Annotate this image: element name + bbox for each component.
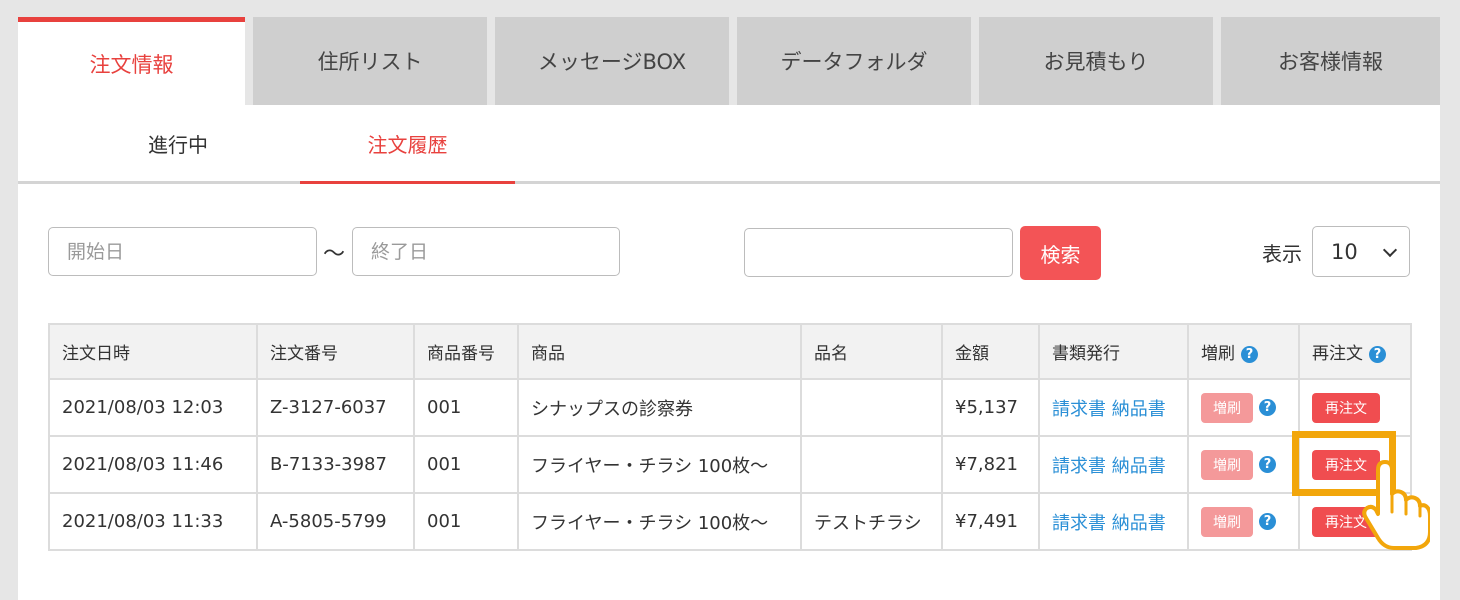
question-circle-icon[interactable]: ? (1369, 345, 1386, 363)
order-number-link[interactable]: A-5805-5799 (256, 492, 415, 551)
cell-documents: 請求書 納品書 (1038, 378, 1189, 437)
display-count-value: 10 (1331, 239, 1358, 264)
reorder-button[interactable]: 再注文 (1312, 392, 1380, 423)
invoice-link[interactable]: 請求書 (1052, 456, 1106, 477)
cell-datetime: 2021/08/03 12:03 (48, 378, 258, 437)
tab-customer-info[interactable]: お客様情報 (1221, 17, 1440, 105)
header-reprint: 増刷? (1187, 323, 1300, 380)
tab-quotation[interactable]: お見積もり (979, 17, 1213, 105)
header-documents: 書類発行 (1038, 323, 1189, 380)
question-circle-icon[interactable]: ? (1259, 513, 1276, 530)
search-button[interactable]: 検索 (1020, 226, 1101, 280)
delivery-note-link[interactable]: 納品書 (1112, 513, 1166, 534)
hand-pointer-icon (1362, 460, 1430, 550)
date-range-separator: 〜 (323, 242, 346, 267)
tab-address-list[interactable]: 住所リスト (253, 17, 487, 105)
tab-order-info[interactable]: 注文情報 (18, 17, 245, 105)
cell-amount: ¥7,821 (941, 435, 1040, 494)
cell-documents: 請求書 納品書 (1038, 435, 1189, 494)
table-row: 2021/08/03 11:33 A-5805-5799 001 フライヤー・チ… (48, 492, 1412, 551)
cell-documents: 請求書 納品書 (1038, 492, 1189, 551)
delivery-note-link[interactable]: 納品書 (1112, 399, 1166, 420)
display-count-select[interactable]: 10 (1312, 226, 1410, 277)
header-amount: 金額 (941, 323, 1040, 380)
question-circle-icon[interactable]: ? (1241, 345, 1258, 363)
reprint-button[interactable]: 増刷 (1201, 506, 1253, 537)
keyword-input[interactable] (744, 228, 1013, 277)
header-reorder-label: 再注文 (1312, 344, 1363, 364)
cell-reorder: 再注文 (1298, 378, 1412, 437)
start-date-input[interactable] (48, 227, 317, 276)
cell-product: フライヤー・チラシ 100枚〜 (517, 435, 802, 494)
cell-reprint: 増刷? (1187, 435, 1300, 494)
reprint-button[interactable]: 増刷 (1201, 449, 1253, 480)
header-reprint-label: 増刷 (1201, 344, 1235, 364)
order-panel: 進行中 注文履歴 〜 検索 表示 10 注文日時 注文番号 商品番号 商品 品名… (18, 105, 1440, 600)
main-tabs: 注文情報 住所リスト メッセージBOX データフォルダ お見積もり お客様情報 (18, 17, 1440, 105)
cell-reprint: 増刷? (1187, 492, 1300, 551)
header-datetime: 注文日時 (48, 323, 258, 380)
table-header-row: 注文日時 注文番号 商品番号 商品 品名 金額 書類発行 増刷? 再注文? (48, 323, 1412, 380)
header-item-name: 品名 (800, 323, 943, 380)
cell-product-no: 001 (413, 492, 519, 551)
header-reorder: 再注文? (1298, 323, 1412, 380)
order-number-link[interactable]: Z-3127-6037 (256, 378, 415, 437)
cell-item-name (800, 435, 943, 494)
header-order-no: 注文番号 (256, 323, 415, 380)
cell-product-no: 001 (413, 435, 519, 494)
tab-message-box[interactable]: メッセージBOX (495, 17, 729, 105)
cell-product-no: 001 (413, 378, 519, 437)
question-circle-icon[interactable]: ? (1259, 456, 1276, 473)
sub-tabs: 進行中 注文履歴 (18, 105, 1440, 184)
chevron-down-icon (1382, 242, 1398, 258)
cell-amount: ¥7,491 (941, 492, 1040, 551)
table-row: 2021/08/03 12:03 Z-3127-6037 001 シナップスの診… (48, 378, 1412, 437)
cell-datetime: 2021/08/03 11:46 (48, 435, 258, 494)
question-circle-icon[interactable]: ? (1259, 399, 1276, 416)
cell-reprint: 増刷? (1187, 378, 1300, 437)
delivery-note-link[interactable]: 納品書 (1112, 456, 1166, 477)
end-date-input[interactable] (352, 227, 620, 276)
order-history-table: 注文日時 注文番号 商品番号 商品 品名 金額 書類発行 増刷? 再注文? 20… (48, 323, 1412, 551)
header-product: 商品 (517, 323, 802, 380)
cell-amount: ¥5,137 (941, 378, 1040, 437)
display-count-label: 表示 (1262, 242, 1302, 266)
cell-product: シナップスの診察券 (517, 378, 802, 437)
cell-datetime: 2021/08/03 11:33 (48, 492, 258, 551)
invoice-link[interactable]: 請求書 (1052, 513, 1106, 534)
subtab-in-progress[interactable]: 進行中 (93, 105, 263, 181)
header-product-no: 商品番号 (413, 323, 519, 380)
invoice-link[interactable]: 請求書 (1052, 399, 1106, 420)
subtab-order-history[interactable]: 注文履歴 (300, 105, 515, 184)
reprint-button[interactable]: 増刷 (1201, 392, 1253, 423)
tab-data-folder[interactable]: データフォルダ (737, 17, 971, 105)
cell-item-name: テストチラシ (800, 492, 943, 551)
cell-product: フライヤー・チラシ 100枚〜 (517, 492, 802, 551)
cell-item-name (800, 378, 943, 437)
table-row: 2021/08/03 11:46 B-7133-3987 001 フライヤー・チ… (48, 435, 1412, 494)
order-number-link[interactable]: B-7133-3987 (256, 435, 415, 494)
